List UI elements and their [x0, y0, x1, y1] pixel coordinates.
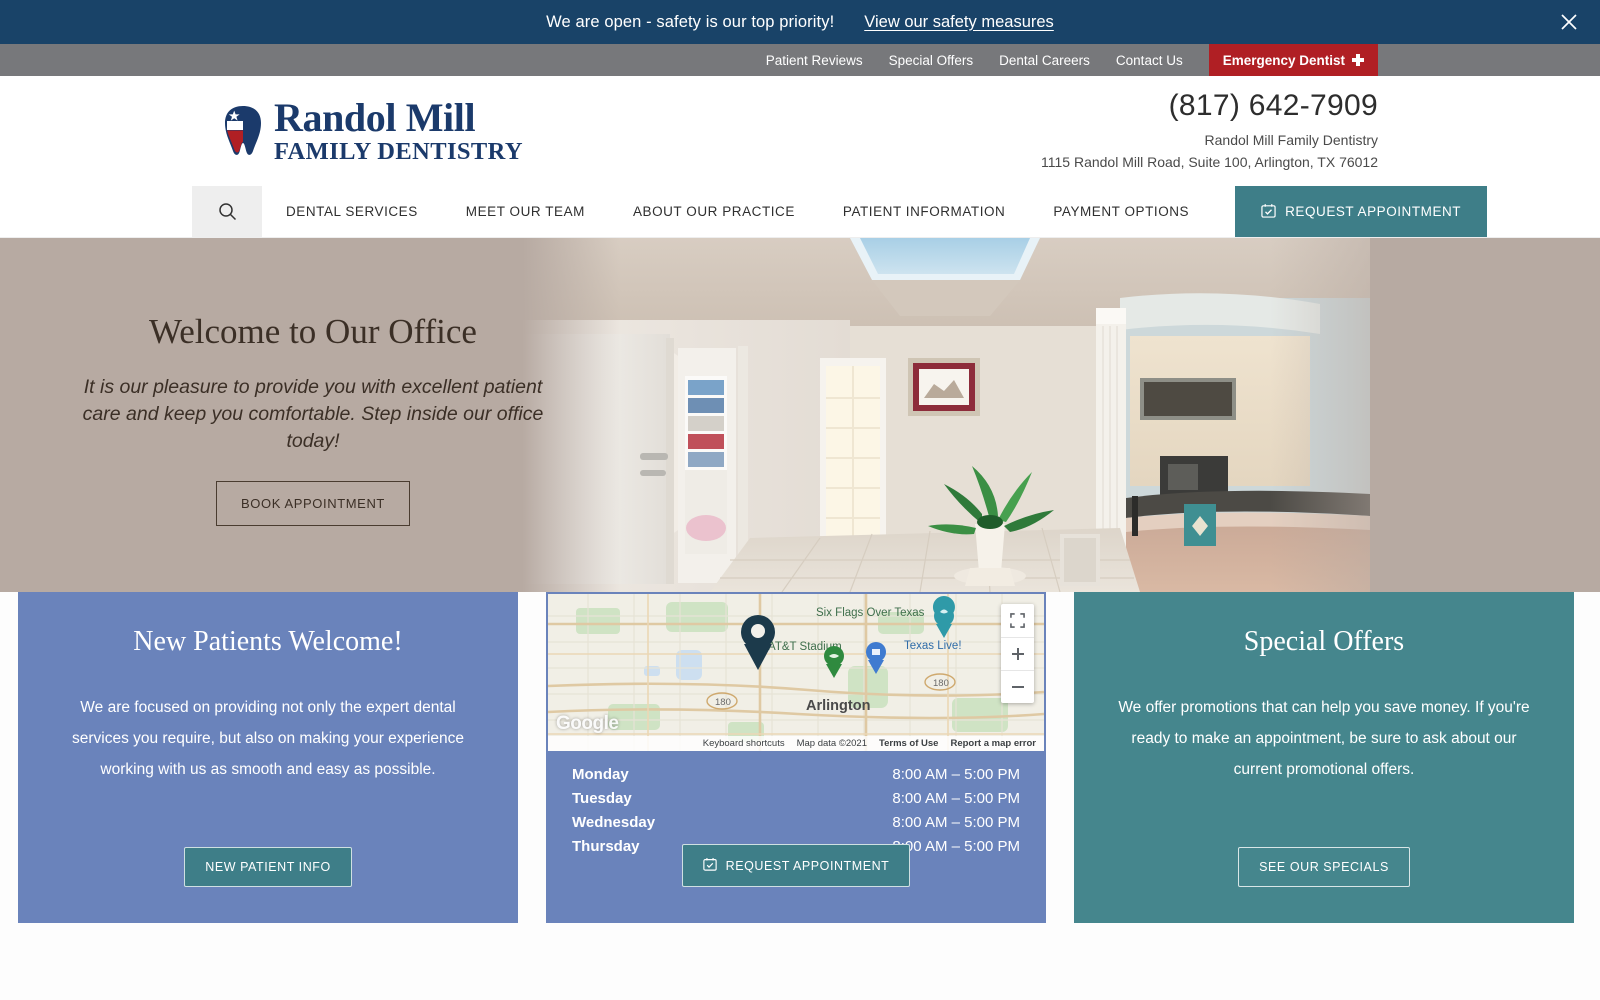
hero-title: Welcome to Our Office	[149, 312, 477, 351]
nav-item-about-our-practice[interactable]: ABOUT OUR PRACTICE	[609, 186, 819, 237]
new-patient-info-label: NEW PATIENT INFO	[205, 860, 331, 874]
utility-item-contact-us[interactable]: Contact Us	[1116, 53, 1183, 68]
hero-subtitle: It is our pleasure to provide you with e…	[82, 376, 544, 452]
svg-text:Six Flags Over Texas: Six Flags Over Texas	[816, 607, 925, 619]
emergency-dentist-button[interactable]: Emergency Dentist	[1208, 44, 1378, 76]
new-patients-body: We are focused on providing not only the…	[71, 699, 464, 778]
logo-line-2: FAMILY DENTISTRY	[274, 137, 523, 165]
feature-cards-row: New Patients Welcome! We are focused on …	[0, 592, 1600, 923]
hero-image-fade-right	[1270, 238, 1600, 592]
map-data-text: Map data ©2021	[796, 738, 867, 749]
hours-row: Wednesday 8:00 AM – 5:00 PM	[572, 810, 1020, 834]
utility-nav: Patient Reviews Special Offers Dental Ca…	[0, 44, 1600, 76]
hero-content: Welcome to Our Office It is our pleasure…	[68, 312, 558, 526]
close-icon[interactable]	[1556, 9, 1582, 35]
search-icon[interactable]	[192, 186, 262, 237]
practice-address[interactable]: 1115 Randol Mill Road, Suite 100, Arling…	[1041, 152, 1378, 174]
hours-day: Wednesday	[572, 813, 656, 831]
phone-number[interactable]: (817) 642-7909	[1041, 89, 1378, 123]
hours-time: 8:00 AM – 5:00 PM	[892, 813, 1020, 831]
header-contact: (817) 642-7909 Randol Mill Family Dentis…	[1041, 89, 1378, 173]
google-map[interactable]: Six Flags Over Texas AT&T Stadium Texas …	[548, 594, 1044, 751]
utility-nav-links: Patient Reviews Special Offers Dental Ca…	[766, 44, 1183, 76]
utility-item-special-offers[interactable]: Special Offers	[889, 53, 974, 68]
map-attribution: Keyboard shortcuts Map data ©2021 Terms …	[548, 736, 1044, 751]
logo-line-1: Randol Mill	[274, 94, 476, 140]
hours-row: Monday 8:00 AM – 5:00 PM	[572, 762, 1020, 786]
dental-office-reception-photo	[520, 238, 1370, 592]
request-appointment-card-button[interactable]: REQUEST APPOINTMENT	[681, 844, 911, 887]
utility-item-patient-reviews[interactable]: Patient Reviews	[766, 53, 863, 68]
hero-section: Welcome to Our Office It is our pleasure…	[0, 238, 1600, 592]
nav-item-dental-services[interactable]: DENTAL SERVICES	[262, 186, 442, 237]
nav-item-patient-information[interactable]: PATIENT INFORMATION	[819, 186, 1029, 237]
hours-row: Tuesday 8:00 AM – 5:00 PM	[572, 786, 1020, 810]
texas-flag-tooth-icon	[222, 104, 264, 158]
svg-text:180: 180	[715, 697, 731, 708]
nav-item-payment-options[interactable]: PAYMENT OPTIONS	[1029, 186, 1213, 237]
medical-cross-icon	[1352, 54, 1364, 66]
special-offers-title: Special Offers	[1243, 626, 1405, 657]
main-nav-links: DENTAL SERVICES MEET OUR TEAM ABOUT OUR …	[262, 186, 1213, 237]
hours-day: Monday	[572, 765, 629, 783]
request-appointment-nav-button[interactable]: REQUEST APPOINTMENT	[1235, 186, 1488, 237]
terms-of-use-link[interactable]: Terms of Use	[879, 738, 938, 749]
safety-measures-link[interactable]: View our safety measures	[864, 13, 1054, 32]
site-header: Randol Mill FAMILY DENTISTRY (817) 642-7…	[0, 76, 1600, 186]
new-patients-title: New Patients Welcome!	[133, 626, 403, 657]
fullscreen-icon[interactable]	[1001, 604, 1034, 637]
safety-alert-banner: We are open - safety is our top priority…	[0, 0, 1600, 44]
book-appointment-button[interactable]: BOOK APPOINTMENT	[216, 480, 410, 526]
map-controls	[1001, 604, 1034, 703]
request-appointment-card-label: REQUEST APPOINTMENT	[725, 858, 890, 873]
keyboard-shortcuts-link[interactable]: Keyboard shortcuts	[703, 738, 785, 749]
zoom-in-plus-icon[interactable]	[1001, 637, 1034, 670]
location-hours-card: Six Flags Over Texas AT&T Stadium Texas …	[546, 592, 1046, 923]
calendar-check-icon	[702, 857, 717, 874]
google-logo: Google	[556, 713, 619, 734]
utility-item-dental-careers[interactable]: Dental Careers	[999, 53, 1090, 68]
svg-text:Texas Live!: Texas Live!	[904, 640, 962, 652]
new-patient-info-button[interactable]: NEW PATIENT INFO	[184, 847, 352, 887]
see-our-specials-button[interactable]: SEE OUR SPECIALS	[1238, 847, 1410, 887]
svg-text:180: 180	[933, 678, 949, 689]
practice-name: Randol Mill Family Dentistry	[1204, 131, 1378, 148]
hours-time: 8:00 AM – 5:00 PM	[892, 789, 1020, 807]
hours-day: Tuesday	[572, 789, 632, 807]
special-offers-body: We offer promotions that can help you sa…	[1118, 699, 1530, 778]
zoom-out-minus-icon[interactable]	[1001, 670, 1034, 703]
special-offers-card: Special Offers We offer promotions that …	[1074, 592, 1574, 923]
new-patients-card: New Patients Welcome! We are focused on …	[18, 592, 518, 923]
main-nav: DENTAL SERVICES MEET OUR TEAM ABOUT OUR …	[0, 186, 1600, 238]
logo[interactable]: Randol Mill FAMILY DENTISTRY	[222, 94, 523, 165]
request-appointment-nav-label: REQUEST APPOINTMENT	[1285, 204, 1462, 219]
calendar-check-icon	[1261, 203, 1276, 221]
emergency-label: Emergency Dentist	[1222, 52, 1345, 68]
map-canvas: Six Flags Over Texas AT&T Stadium Texas …	[548, 594, 1044, 751]
hours-time: 8:00 AM – 5:00 PM	[892, 765, 1020, 783]
svg-text:Arlington: Arlington	[806, 698, 870, 714]
report-map-error-link[interactable]: Report a map error	[950, 738, 1036, 749]
alert-message: We are open - safety is our top priority…	[546, 12, 835, 31]
nav-item-meet-our-team[interactable]: MEET OUR TEAM	[442, 186, 609, 237]
